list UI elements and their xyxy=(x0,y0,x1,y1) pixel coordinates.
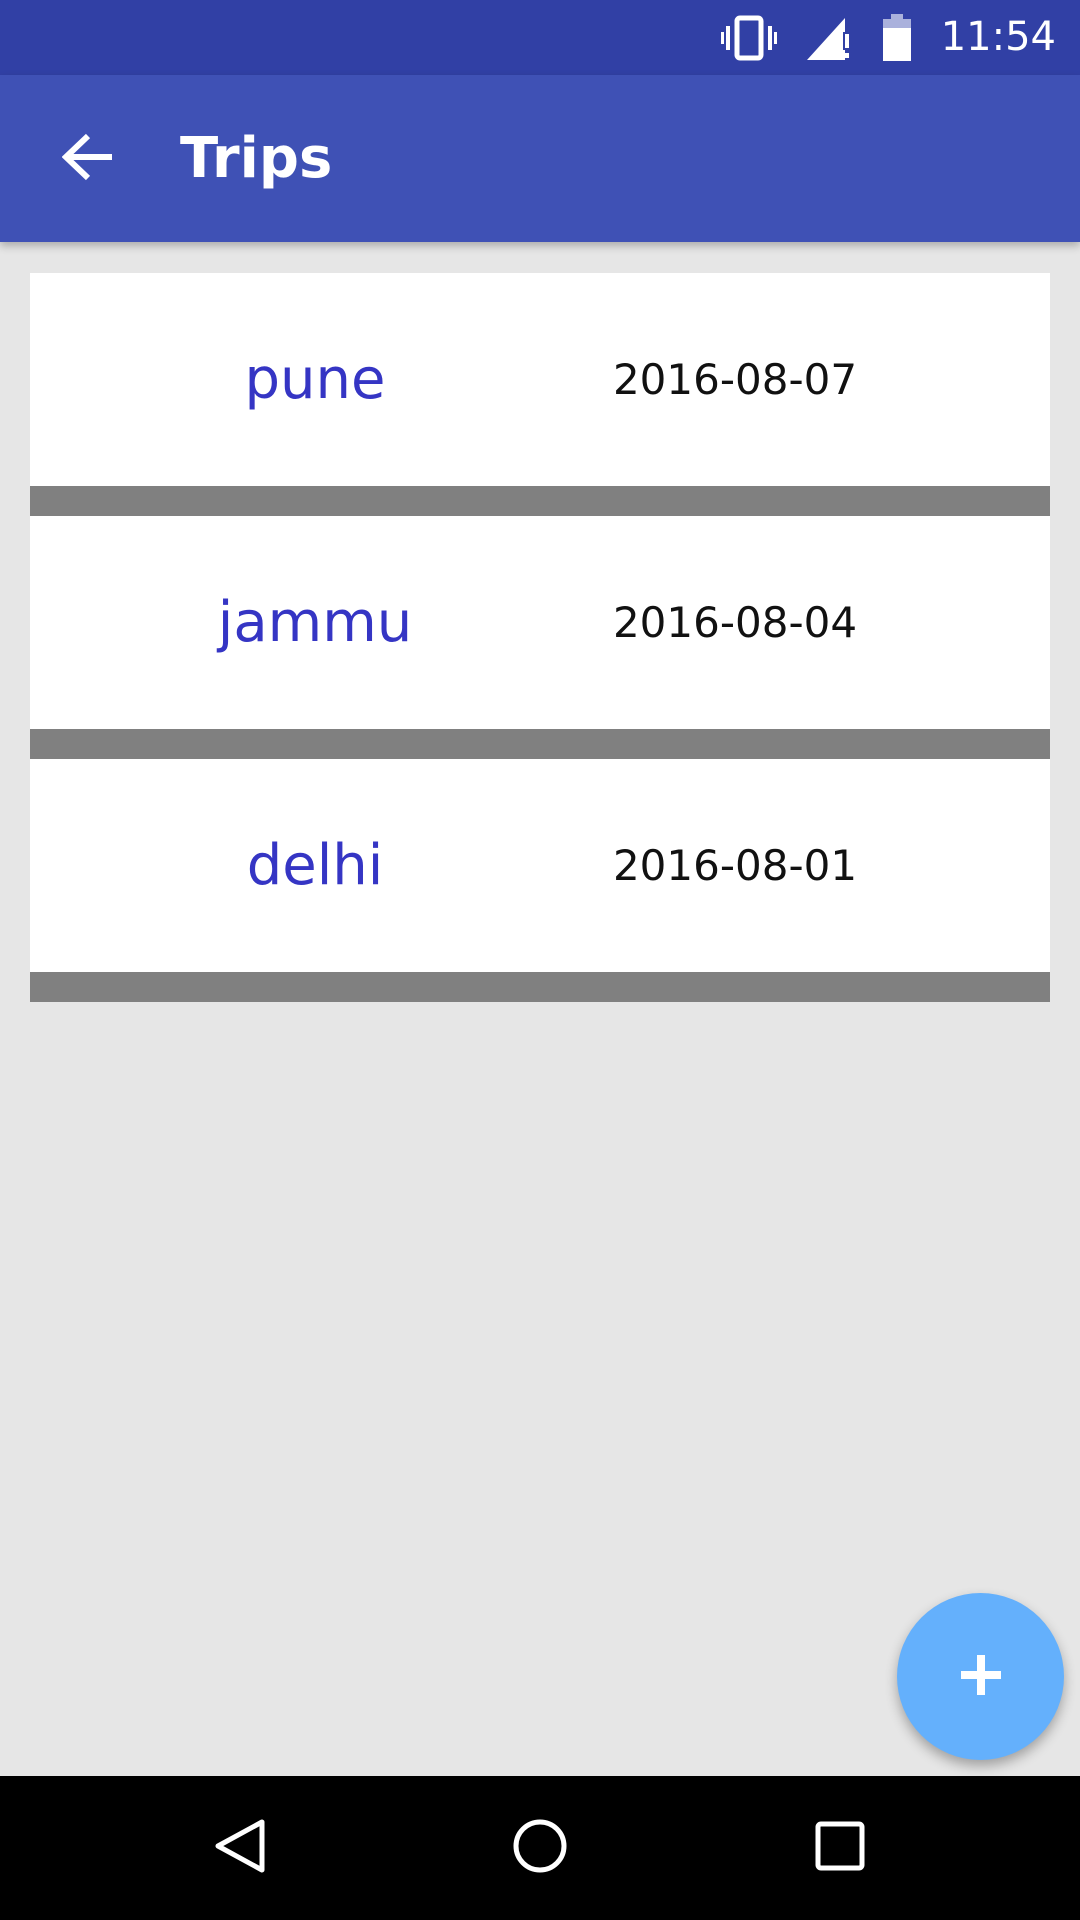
trip-date: 2016-08-01 xyxy=(612,841,858,890)
trip-date: 2016-08-04 xyxy=(612,598,858,647)
trip-row-jammu[interactable]: jammu 2016-08-04 xyxy=(30,516,1050,729)
navigation-bar xyxy=(0,1776,1080,1920)
back-triangle-icon xyxy=(210,1816,270,1880)
app-bar: Trips xyxy=(0,75,1080,242)
list-divider xyxy=(30,729,1050,759)
trip-date: 2016-08-07 xyxy=(612,355,858,404)
trip-name: jammu xyxy=(217,590,413,655)
signal-icon xyxy=(805,14,853,62)
arrow-back-icon xyxy=(61,133,114,185)
status-bar: 11:54 xyxy=(0,0,1080,75)
trip-row-delhi[interactable]: delhi 2016-08-01 xyxy=(30,759,1050,972)
plus-icon xyxy=(959,1653,1003,1701)
vibrate-icon xyxy=(720,14,777,62)
battery-icon xyxy=(881,13,913,62)
nav-recents-button[interactable] xyxy=(800,1808,880,1888)
add-trip-button[interactable] xyxy=(897,1593,1064,1760)
page-title: Trips xyxy=(180,126,333,191)
list-divider xyxy=(30,972,1050,1002)
trip-name: pune xyxy=(244,347,386,412)
recents-square-icon xyxy=(810,1816,870,1880)
trip-row-pune[interactable]: pune 2016-08-07 xyxy=(30,273,1050,486)
trip-list: pune 2016-08-07 jammu 2016-08-04 delhi 2… xyxy=(30,273,1050,1002)
home-circle-icon xyxy=(510,1816,570,1880)
nav-back-button[interactable] xyxy=(200,1808,280,1888)
nav-home-button[interactable] xyxy=(500,1808,580,1888)
status-time: 11:54 xyxy=(940,14,1056,60)
trip-name: delhi xyxy=(246,833,384,898)
list-divider xyxy=(30,486,1050,516)
status-icons: 11:54 xyxy=(720,0,1056,75)
back-button[interactable] xyxy=(48,119,128,199)
